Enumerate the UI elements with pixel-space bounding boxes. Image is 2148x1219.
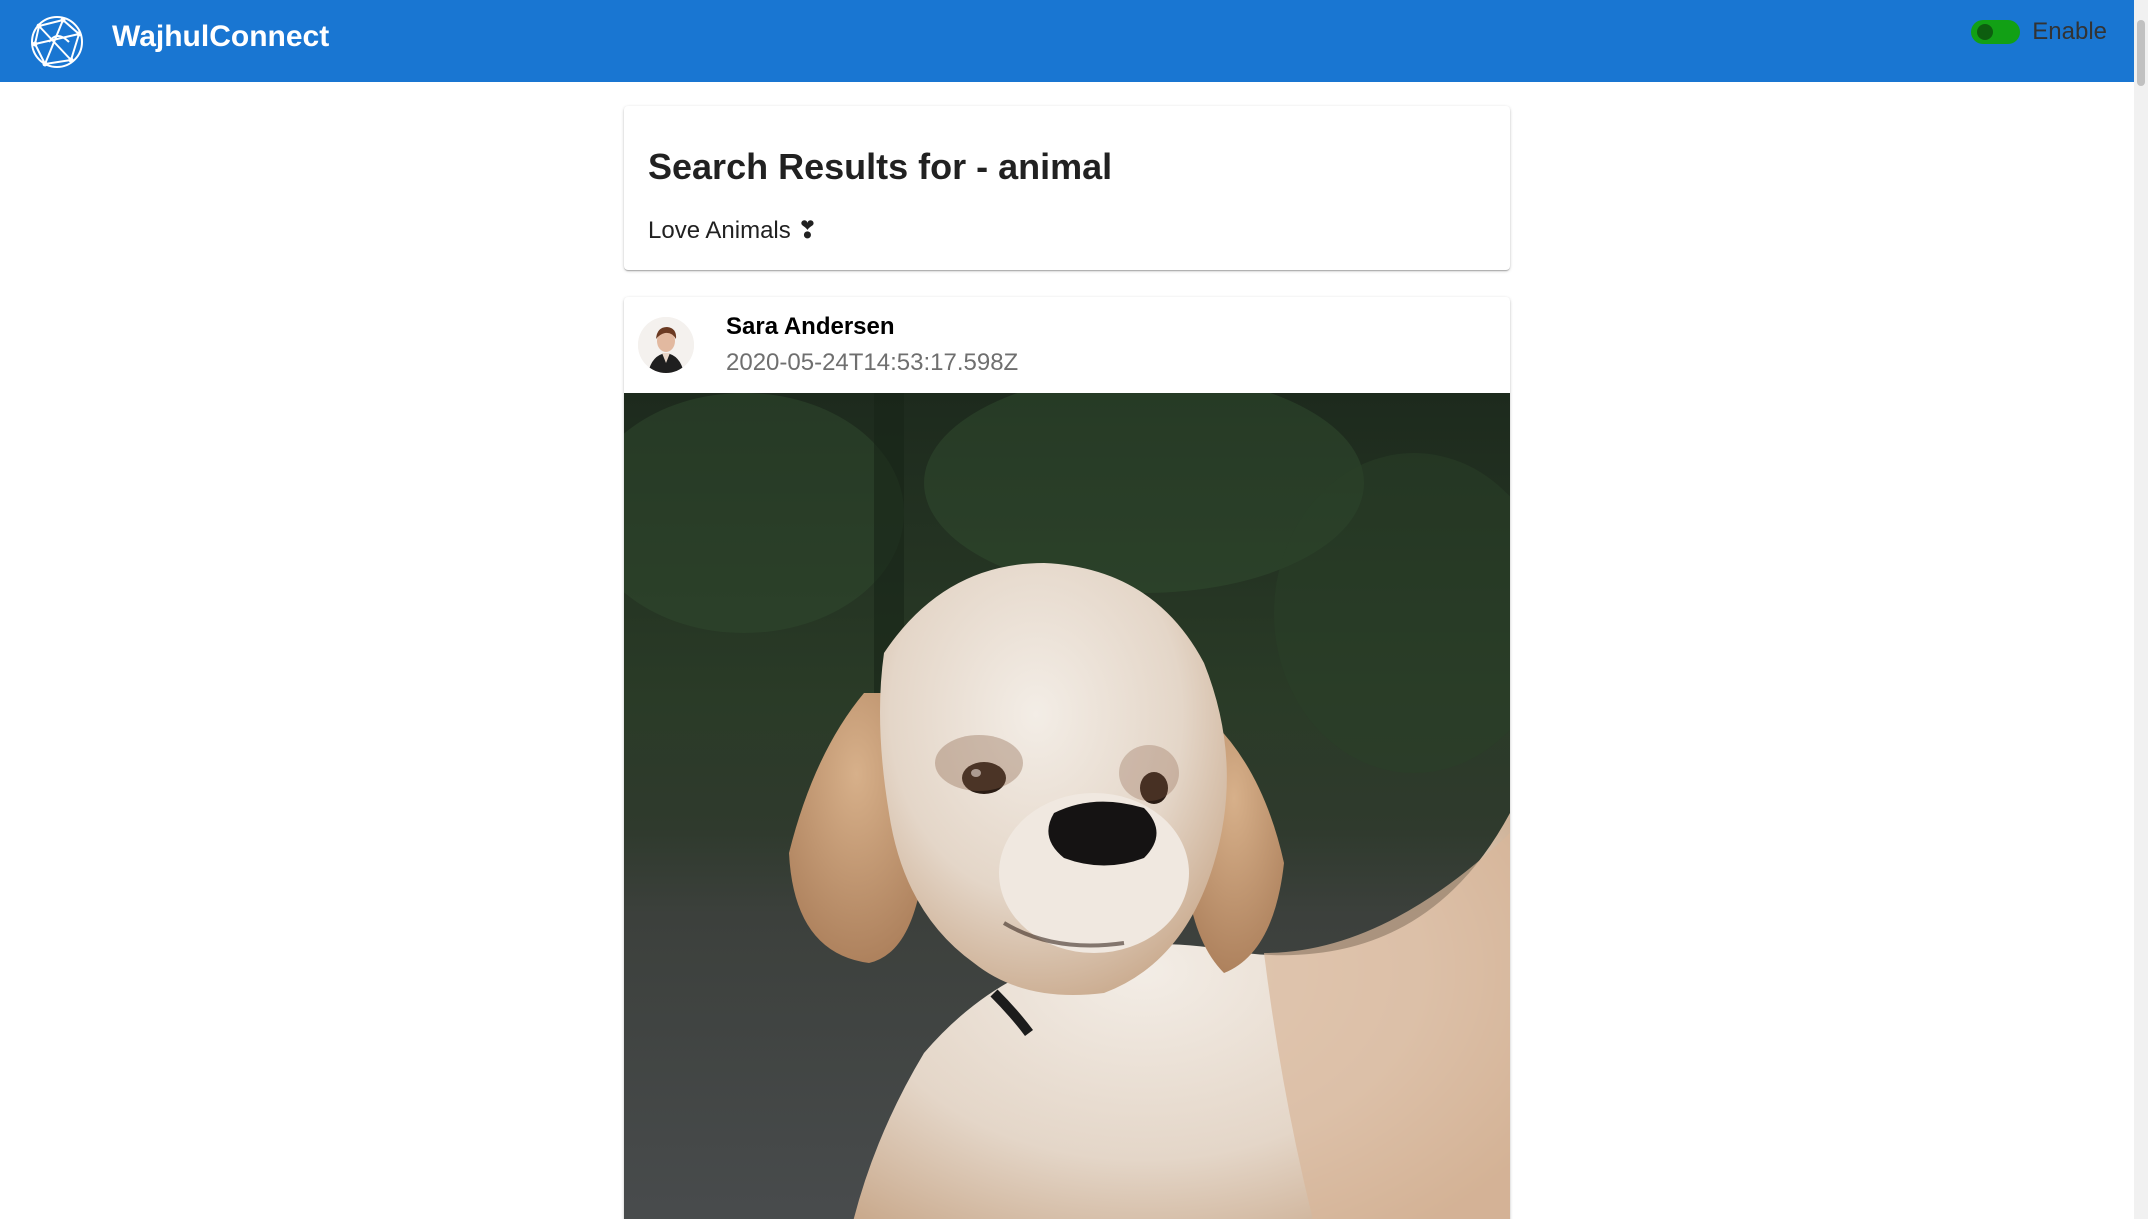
enable-toggle-group[interactable]: Enable (1971, 18, 2107, 46)
toggle-knob (1977, 24, 1994, 40)
search-results-card: Search Results for - animal Love Animals… (624, 106, 1510, 270)
globe-network-icon[interactable] (29, 14, 85, 70)
enable-toggle[interactable] (1971, 20, 2021, 44)
app-bar: WajhulConnect Enable (0, 0, 2134, 82)
search-results-title: Search Results for - animal (648, 146, 1113, 187)
post-card: Sara Andersen 2020-05-24T14:53:17.598Z (624, 297, 1510, 1219)
avatar-image (638, 317, 694, 373)
app-title[interactable]: WajhulConnect (112, 19, 329, 55)
avatar[interactable] (638, 317, 694, 373)
post-timestamp: 2020-05-24T14:53:17.598Z (726, 349, 1019, 376)
page-scrollbar[interactable] (2134, 0, 2148, 1219)
post-author[interactable]: Sara Andersen (726, 313, 895, 341)
app-viewport: WajhulConnect Enable Search Results for … (0, 0, 2148, 1219)
search-results-subtitle: Love Animals ❣ (648, 217, 818, 244)
scrollbar-thumb[interactable] (2137, 20, 2145, 86)
enable-toggle-label: Enable (2032, 18, 2107, 45)
post-image-dog[interactable] (624, 393, 1510, 1219)
